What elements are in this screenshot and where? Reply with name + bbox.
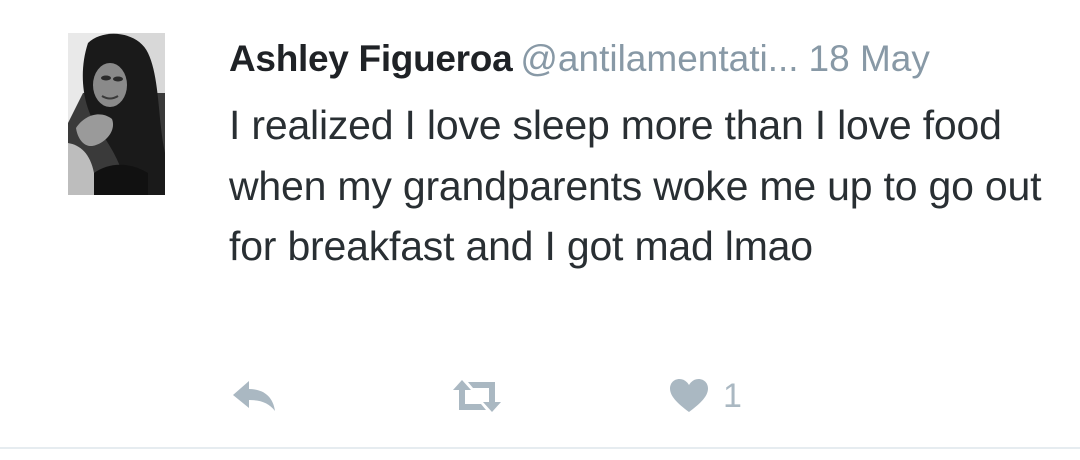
retweet-button[interactable] [451, 372, 503, 420]
reply-icon [233, 381, 275, 411]
author-name[interactable]: Ashley Figueroa [229, 38, 513, 79]
tweet-actions: 1 [229, 372, 929, 420]
tweet-text: I realized I love sleep more than I love… [229, 102, 1042, 269]
heart-icon [670, 379, 708, 412]
reply-button[interactable] [231, 372, 277, 420]
tweet[interactable]: Ashley Figueroa @antilamentati... 18 May I… [0, 0, 1080, 449]
tweet-header: Ashley Figueroa @antilamentati... 18 May [229, 36, 930, 84]
tweet-date[interactable]: 18 May [809, 38, 930, 79]
divider [0, 447, 1080, 449]
avatar-photo [68, 33, 165, 195]
retweet-icon [453, 380, 501, 412]
author-handle[interactable]: @antilamentati... [520, 38, 798, 79]
like-count: 1 [723, 377, 742, 415]
avatar[interactable] [68, 33, 165, 195]
like-button[interactable]: 1 [669, 372, 742, 420]
